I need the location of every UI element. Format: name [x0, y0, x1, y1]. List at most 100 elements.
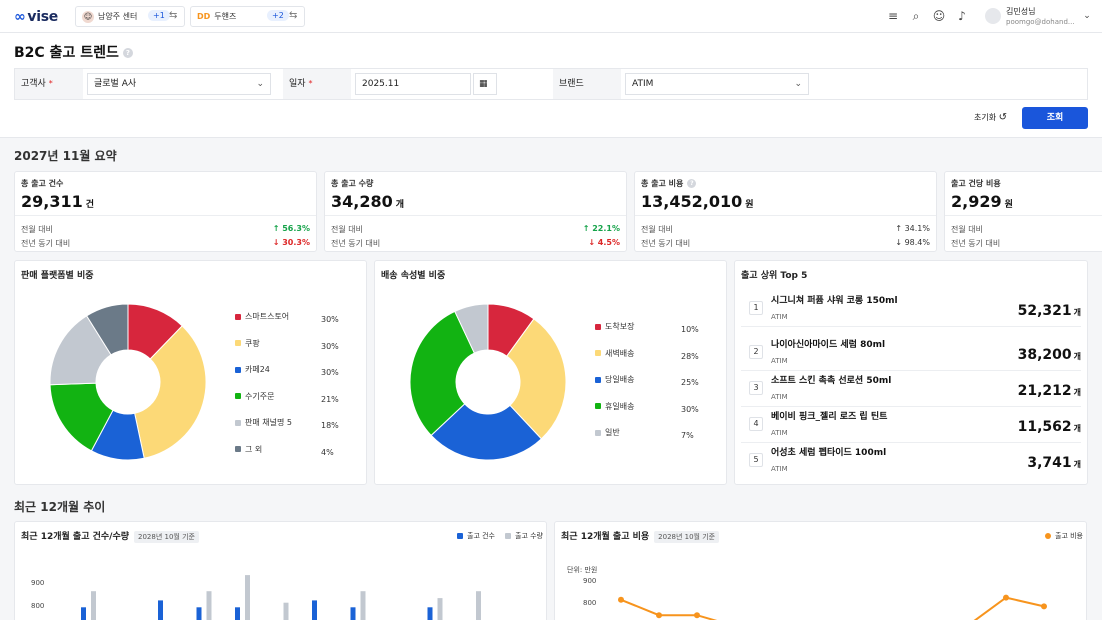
list-item[interactable]: 2 나이아신아마이드 세럼 80ml ATIM 38,200 개	[741, 337, 1081, 371]
calendar-icon[interactable]: ▦	[473, 73, 497, 95]
rank-badge: 5	[749, 453, 763, 467]
query-button[interactable]: 조회	[1022, 107, 1088, 129]
cost-point[interactable]	[1041, 603, 1047, 610]
basis-badge: 2028년 10월 기준	[134, 530, 199, 543]
logo-text: vise	[27, 9, 58, 25]
trend-bar-chart: 900 800	[31, 575, 481, 620]
list-item[interactable]: 1 시그니쳐 퍼퓸 샤워 코롱 150ml ATIM 52,321 개	[741, 293, 1081, 327]
chevron-down-icon: ⌄	[794, 79, 802, 89]
legend-item: 수기주문	[235, 391, 274, 402]
brand-select[interactable]: ATIM ⌄	[625, 73, 809, 95]
list-item[interactable]: 5 어성초 세럼 펩타이드 100ml ATIM 3,741 개	[741, 445, 1081, 479]
bar-count[interactable]	[350, 607, 356, 620]
mom-value: ↑ 56.3%	[272, 224, 310, 233]
bar-count[interactable]	[158, 600, 163, 620]
yoy-value: ↓ 4.5%	[588, 238, 620, 247]
bar-count[interactable]	[427, 607, 433, 620]
bar-quantity[interactable]	[91, 591, 96, 620]
legend-percent: 18%	[321, 421, 339, 430]
logo[interactable]: ∞ vise	[14, 9, 58, 25]
kpi-card: 총 출고 비용? 13,452,010 원 전월 대비 ↑ 34.1% 전년 동기…	[634, 171, 937, 252]
bar-quantity[interactable]	[283, 602, 289, 620]
legend-swatch	[595, 323, 601, 330]
legend-percent: 30%	[321, 368, 339, 377]
cost-point[interactable]	[1003, 594, 1009, 601]
trend-title: 최근 12개월 추이	[14, 500, 106, 514]
cost-point[interactable]	[656, 612, 662, 619]
bell-icon[interactable]: ♪	[955, 9, 969, 23]
legend-label: 판매 채널명 5	[245, 418, 292, 427]
legend-item: 그 외	[235, 444, 262, 455]
legend-swatch	[595, 376, 601, 383]
mom-label: 전월 대비	[641, 225, 673, 234]
list-item[interactable]: 3 소프트 스킨 촉촉 선로션 50ml ATIM 21,212 개	[741, 373, 1081, 407]
help-icon[interactable]: ?	[122, 48, 133, 58]
list-item[interactable]: 4 베이비 핑크_젤리 로즈 립 틴트 ATIM 11,562 개	[741, 409, 1081, 443]
card-title: 최근 12개월 출고 비용 2028년 10월 기준	[561, 529, 720, 543]
delivery-donut-chart	[409, 303, 567, 461]
delivery-share-card: 배송 속성별 비중 도착보장 10% 새벽배송 28% 당일배송 25% 휴일배송 30% 일반…	[374, 260, 727, 485]
legend-label: 수기주문	[245, 391, 275, 401]
legend-item: 출고 수량	[505, 531, 543, 541]
legend-label: 카페24	[245, 365, 270, 374]
brand-selector[interactable]: DD 두핸즈 +2 ⇆	[190, 6, 305, 27]
divider	[325, 215, 626, 216]
kpi-label: 총 출고 건수	[21, 179, 64, 188]
reset-button[interactable]: 초기화 ↺	[974, 112, 1007, 123]
legend-label: 쿠팡	[245, 338, 260, 348]
legend-swatch	[235, 366, 241, 373]
mom-label: 전월 대비	[331, 225, 363, 234]
help-icon[interactable]: ?	[687, 179, 697, 188]
swap-icon[interactable]: ⇆	[289, 10, 297, 21]
cost-point[interactable]	[618, 596, 624, 603]
date-input[interactable]: 2025.11	[355, 73, 471, 95]
legend-swatch	[235, 419, 241, 426]
bar-count[interactable]	[196, 607, 202, 620]
avatar[interactable]	[985, 8, 1001, 24]
bar-count[interactable]	[312, 600, 317, 620]
card-title: 판매 플랫폼별 비중	[21, 271, 94, 281]
legend-item: 출고 비용	[1045, 531, 1083, 541]
cost-series-line	[973, 596, 1045, 620]
legend-label: 일반	[605, 428, 620, 437]
cost-point[interactable]	[694, 612, 700, 619]
kpi-value: 34,280 개	[331, 192, 405, 211]
center-selector[interactable]: ☺ 남양주 센터 +1 ⇆	[75, 6, 185, 27]
legend-label: 그 외	[245, 444, 263, 454]
support-icon[interactable]: ☺	[932, 9, 946, 23]
bar-quantity[interactable]	[476, 591, 481, 620]
legend-percent: 25%	[681, 378, 699, 387]
search-icon[interactable]: ⌕	[909, 9, 923, 23]
legend-label: 스마트스토어	[245, 312, 290, 321]
center-avatar: ☺	[82, 10, 94, 23]
bar-quantity[interactable]	[437, 598, 443, 620]
menu-icon[interactable]: ≡	[886, 9, 900, 23]
mom-value: ↑ 22.1%	[582, 224, 620, 233]
legend-item: 카페24	[235, 364, 270, 375]
legend-item: 휴일배송	[595, 401, 634, 412]
product-name: 어성초 세럼 펩타이드 100ml	[771, 448, 887, 458]
legend-swatch	[235, 313, 241, 320]
date-label: 일자 *	[283, 69, 351, 99]
y-tick-label: 900	[583, 577, 596, 585]
bar-count[interactable]	[235, 607, 240, 620]
legend-percent: 30%	[321, 315, 339, 324]
swap-icon[interactable]: ⇆	[169, 10, 177, 21]
divider	[635, 215, 936, 216]
bar-quantity[interactable]	[206, 591, 212, 620]
y-tick-label: 900	[31, 579, 44, 587]
filter-bar: 고객사 * 글로벌 A사 ⌄ 일자 * 2025.11 ▦ 브랜드 ATIM ⌄	[14, 68, 1088, 100]
brand-logo-icon: DD	[197, 12, 211, 21]
chevron-down-icon[interactable]: ⌄	[1080, 9, 1094, 23]
product-brand: ATIM	[771, 357, 788, 365]
customer-label: 고객사 *	[15, 69, 83, 99]
customer-select[interactable]: 글로벌 A사 ⌄	[87, 73, 271, 95]
bar-quantity[interactable]	[245, 575, 250, 620]
kpi-value: 29,311 건	[21, 192, 95, 211]
bar-count[interactable]	[81, 607, 86, 620]
bar-quantity[interactable]	[360, 591, 366, 620]
legend-swatch	[595, 429, 601, 436]
legend-percent: 30%	[681, 404, 699, 414]
legend-percent: 21%	[321, 394, 339, 404]
legend-item: 당일배송	[595, 374, 634, 385]
